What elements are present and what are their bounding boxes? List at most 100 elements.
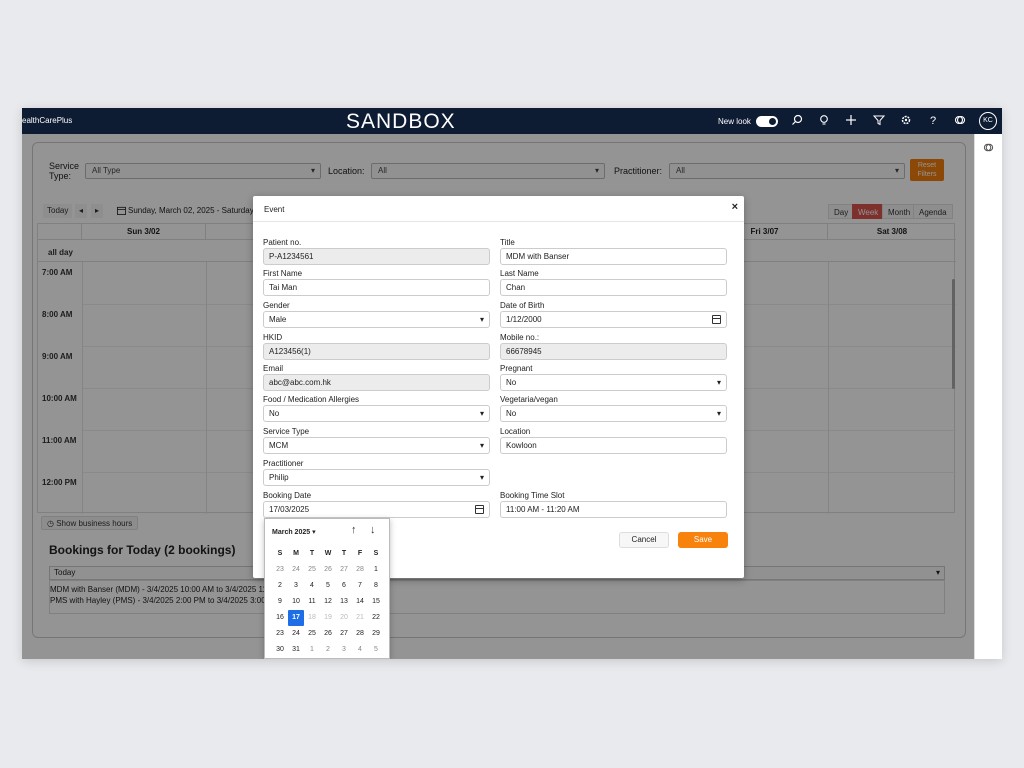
date-cell[interactable]: 24 — [288, 626, 304, 642]
date-cell[interactable]: 8 — [368, 578, 384, 594]
dob-value: 1/12/2000 — [506, 315, 542, 324]
date-cell[interactable]: 5 — [320, 578, 336, 594]
close-icon[interactable]: × — [732, 201, 738, 213]
email-field[interactable]: abc@abc.com.hk — [263, 374, 490, 391]
gender-select[interactable]: Male — [263, 311, 490, 328]
date-cell[interactable]: 5 — [368, 642, 384, 658]
arrow-down-icon[interactable]: ↓ — [370, 524, 376, 536]
booking-date-label: Booking Date — [263, 491, 312, 500]
week-row: 9 10 11 12 13 14 15 — [272, 594, 389, 610]
dialog-title: Event — [264, 205, 285, 214]
mobile-field[interactable]: 66678945 — [500, 343, 727, 360]
date-cell[interactable]: 7 — [352, 578, 368, 594]
vegetarian-select[interactable]: No — [500, 405, 727, 422]
brand-name: ealthCarePlus — [22, 116, 73, 125]
date-cell[interactable]: 2 — [272, 578, 288, 594]
title-field[interactable]: MDM with Banser — [500, 248, 727, 265]
date-cell[interactable]: 22 — [368, 610, 384, 626]
date-cell[interactable]: 25 — [304, 562, 320, 578]
avatar[interactable]: KC — [979, 112, 997, 130]
date-cell[interactable]: 1 — [304, 642, 320, 658]
date-cell[interactable]: 25 — [304, 626, 320, 642]
date-cell[interactable]: 28 — [352, 562, 368, 578]
first-name-field[interactable]: Tai Man — [263, 279, 490, 296]
booking-time-field[interactable]: 11:00 AM - 11:20 AM — [500, 501, 727, 518]
date-cell[interactable]: 13 — [336, 594, 352, 610]
date-cell[interactable]: 9 — [272, 594, 288, 610]
date-cell[interactable]: 1 — [368, 562, 384, 578]
patient-no-field[interactable]: P-A1234561 — [263, 248, 490, 265]
first-name-label: First Name — [263, 269, 303, 278]
month-selector[interactable]: March 2025 ▾ — [272, 528, 316, 536]
date-cell[interactable]: 11 — [304, 594, 320, 610]
date-cell: 18 — [308, 614, 316, 621]
hkid-field[interactable]: A123456(1) — [263, 343, 490, 360]
booking-time-label: Booking Time Slot — [500, 491, 565, 500]
service-type-select[interactable]: MCM — [263, 437, 490, 454]
pregnant-select[interactable]: No — [500, 374, 727, 391]
gender-label: Gender — [263, 301, 290, 310]
app-window: ealthCarePlus SANDBOX New look ? KC Serv… — [22, 108, 1002, 659]
selected-date-cell[interactable]: 17 — [288, 610, 304, 626]
vegetarian-label: Vegetaria/vegan — [500, 395, 558, 404]
plus-icon[interactable] — [844, 114, 858, 128]
copilot-icon[interactable] — [983, 142, 994, 156]
mobile-label: Mobile no.: — [500, 333, 540, 342]
cancel-button[interactable]: Cancel — [619, 532, 669, 548]
weekday-label: T — [341, 550, 347, 557]
allergies-select[interactable]: No — [263, 405, 490, 422]
save-button[interactable]: Save — [678, 532, 728, 548]
help-icon[interactable]: ? — [926, 114, 940, 128]
practitioner-select[interactable]: Philip — [263, 469, 490, 486]
date-cell[interactable]: 2 — [320, 642, 336, 658]
search-icon[interactable] — [790, 114, 804, 128]
last-name-field[interactable]: Chan — [500, 279, 727, 296]
date-cell[interactable]: 6 — [336, 578, 352, 594]
date-cell[interactable]: 14 — [352, 594, 368, 610]
dialog-header: Event × — [253, 196, 744, 222]
gear-icon[interactable] — [899, 114, 913, 128]
date-cell[interactable]: 31 — [288, 642, 304, 658]
date-cell[interactable]: 28 — [352, 626, 368, 642]
title-label: Title — [500, 238, 515, 247]
date-cell[interactable]: 24 — [288, 562, 304, 578]
booking-date-field[interactable]: 17/03/2025 — [263, 501, 490, 518]
pregnant-label: Pregnant — [500, 364, 533, 373]
date-cell[interactable]: 4 — [352, 642, 368, 658]
date-cell[interactable]: 4 — [304, 578, 320, 594]
location-field[interactable]: Kowloon — [500, 437, 727, 454]
weekday-label: F — [357, 550, 363, 557]
date-cell[interactable]: 27 — [336, 626, 352, 642]
date-cell[interactable]: 23 — [272, 626, 288, 642]
calendar-icon[interactable] — [475, 505, 484, 514]
date-cell[interactable]: 3 — [288, 578, 304, 594]
weekday-label: T — [309, 550, 315, 557]
side-panel — [974, 134, 1002, 659]
arrow-up-icon[interactable]: ↑ — [351, 524, 357, 536]
date-cell[interactable]: 3 — [336, 642, 352, 658]
date-cell[interactable]: 26 — [320, 562, 336, 578]
hkid-label: HKID — [263, 333, 283, 342]
date-cell[interactable]: 10 — [288, 594, 304, 610]
dob-field[interactable]: 1/12/2000 — [500, 311, 727, 328]
date-cell[interactable]: 26 — [320, 626, 336, 642]
date-cell[interactable]: 27 — [336, 562, 352, 578]
lightbulb-icon[interactable] — [817, 114, 831, 128]
date-cell[interactable]: 12 — [320, 594, 336, 610]
email-label: Email — [263, 364, 284, 373]
weekday-label: W — [324, 550, 332, 557]
date-cell[interactable]: 29 — [368, 626, 384, 642]
date-cell: 21 — [356, 614, 364, 621]
date-picker: March 2025 ▾ ↑ ↓ S M T W T F S 23 24 25 … — [264, 518, 390, 659]
copilot-icon[interactable] — [953, 114, 967, 128]
filter-icon[interactable] — [872, 114, 886, 128]
environment-title: SANDBOX — [346, 110, 456, 133]
new-look-label: New look — [718, 117, 751, 126]
weekday-label: M — [293, 550, 299, 557]
date-cell[interactable]: 30 — [272, 642, 288, 658]
date-cell[interactable]: 15 — [368, 594, 384, 610]
date-cell[interactable]: 16 — [272, 610, 288, 626]
new-look-toggle[interactable] — [756, 116, 778, 127]
calendar-icon[interactable] — [712, 315, 721, 324]
date-cell[interactable]: 23 — [272, 562, 288, 578]
